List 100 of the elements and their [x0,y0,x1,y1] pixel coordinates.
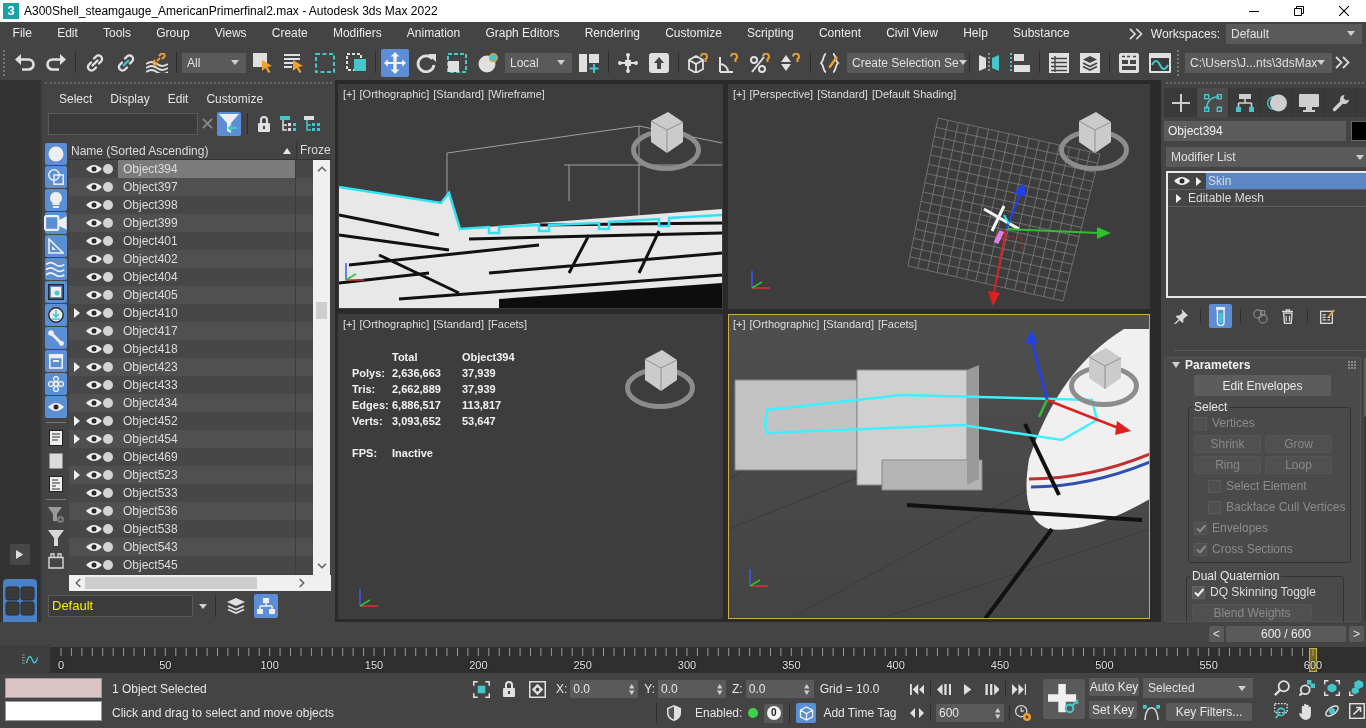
viewport[interactable]: [+] [Orthographic] [Standard] [Wireframe] [338,84,723,309]
column-header[interactable]: Froze [297,142,331,159]
expand-arrow-icon[interactable] [73,434,80,444]
eye-icon[interactable] [85,272,102,282]
eye-icon[interactable] [85,182,102,192]
eye-icon[interactable] [85,434,102,444]
project-folder-dropdown[interactable]: C:\Users\J...nts\3dsMax [1185,52,1332,73]
diamond-square-button[interactable] [526,679,548,699]
view-cube[interactable] [631,109,701,171]
clear-icon[interactable] [202,118,213,129]
object-color-swatch[interactable] [1351,121,1366,141]
counter-button[interactable]: 0 [764,703,784,723]
scroll-down-icon[interactable] [316,563,327,569]
filter-toggle-button[interactable] [44,304,67,326]
menu-item[interactable]: Help [950,22,1001,45]
scroll-right-icon[interactable] [299,578,305,588]
menu-item[interactable]: Views [202,22,260,45]
scrollbar-thumb[interactable] [85,577,257,589]
next-frame-button[interactable]: > [1349,625,1364,642]
dot-icon[interactable] [103,560,113,570]
menu-item[interactable]: Substance [1000,22,1083,45]
dot-icon[interactable] [103,326,113,336]
expand-arrow-icon[interactable] [1176,193,1182,203]
dot-icon[interactable] [103,182,113,192]
menu-item[interactable]: Scripting [734,22,807,45]
object-name-cell[interactable]: Object545 [118,556,296,574]
eye-icon[interactable] [85,362,102,372]
coordinate-field[interactable]: 0.0 [658,680,727,698]
menu-item[interactable]: Group [143,22,203,45]
viewport-menu-label[interactable]: [Standard] [433,88,484,100]
dot-icon[interactable] [103,236,113,246]
tangent-curve-icon[interactable] [1143,703,1160,721]
menu-item[interactable]: Content [806,22,874,45]
dot-icon[interactable] [103,488,113,498]
time-slider-thumb[interactable]: 600 / 600 [1226,625,1346,642]
viewport-menu-label[interactable]: [Standard] [817,88,868,100]
time-tag-label[interactable]: Add Time Tag [823,706,897,720]
eye-icon[interactable] [85,254,102,264]
eye-icon[interactable] [85,524,102,534]
expand-arrow-icon[interactable] [73,362,80,372]
workspace-dropdown[interactable]: Default [1226,23,1362,44]
column-header[interactable]: Name (Sorted Ascending) [69,142,297,159]
menu-item[interactable]: Customize [652,22,735,45]
tree-diagram-button[interactable] [254,594,278,618]
eye-icon[interactable] [85,308,102,318]
filter-toggle-button[interactable] [44,235,67,257]
scroll-left-icon[interactable] [75,578,81,588]
filter-toggle-button[interactable] [44,350,67,372]
viewport-menu-label[interactable]: [Orthographic] [359,318,430,330]
viewport-menu-label[interactable]: [+] [343,318,356,330]
dot-icon[interactable] [103,272,113,282]
scrollbar-thumb[interactable] [316,302,327,319]
menu-item[interactable]: Animation [394,22,473,45]
coordinate-system-dropdown[interactable]: Local [505,52,572,73]
eye-icon[interactable] [85,326,102,336]
selection-lock-button[interactable] [470,679,492,699]
dot-icon[interactable] [103,398,113,408]
filter-toggle-button[interactable] [44,396,67,418]
dot-icon[interactable] [103,470,113,480]
selection-filter-dropdown[interactable]: All [182,52,246,73]
edit-envelopes-button[interactable]: Edit Envelopes [1194,375,1331,396]
coordinate-field[interactable]: 0.0 [745,680,814,698]
view-cube[interactable] [1069,345,1139,407]
viewport-menu-label[interactable]: [Orthographic] [359,88,430,100]
eye-icon[interactable] [85,200,102,210]
dot-icon[interactable] [103,380,113,390]
viewport-menu-label[interactable]: [Facets] [878,318,918,330]
viewport-menu-label[interactable]: [Orthographic] [749,318,820,330]
named-selection-dropdown[interactable]: Create Selection Se [847,52,964,73]
key-set-dropdown[interactable]: Selected [1143,678,1253,698]
dot-icon[interactable] [103,362,113,372]
modifier-item[interactable]: Editable Mesh [1186,190,1366,206]
eye-icon[interactable] [85,290,102,300]
eye-icon[interactable] [85,164,102,174]
viewport-menu-label[interactable]: [+] [733,318,746,330]
eye-icon[interactable] [85,416,102,426]
viewport-menu-label[interactable]: [+] [343,88,356,100]
coordinate-field[interactable]: 0.0 [570,680,639,698]
dot-icon[interactable] [103,524,113,534]
expand-arrow-icon[interactable] [1196,176,1202,186]
viewport-menu-label[interactable]: [+] [733,88,746,100]
eye-icon[interactable] [85,452,102,462]
menu-item[interactable]: Edit [158,92,198,106]
dot-icon[interactable] [103,218,113,228]
checkbox[interactable] [1192,585,1205,599]
horizontal-scrollbar[interactable] [69,575,331,591]
dot-icon[interactable] [103,434,113,444]
filter-toggle-button[interactable] [44,327,67,349]
caret-down-icon[interactable] [199,603,207,609]
collapse-arrow-icon[interactable] [1172,362,1180,368]
test-tube-button[interactable] [1209,304,1232,328]
menu-item[interactable]: Edit [44,22,91,45]
dot-icon[interactable] [103,290,113,300]
filter-toggle-button[interactable] [44,258,67,280]
dot-icon[interactable] [103,254,113,264]
key-filters-button[interactable]: Key Filters... [1166,703,1252,721]
filter-toggle-button[interactable] [44,373,67,395]
viewport-menu-label[interactable]: [Standard] [823,318,874,330]
search-field[interactable] [48,112,198,135]
script-input-field[interactable] [5,701,102,721]
